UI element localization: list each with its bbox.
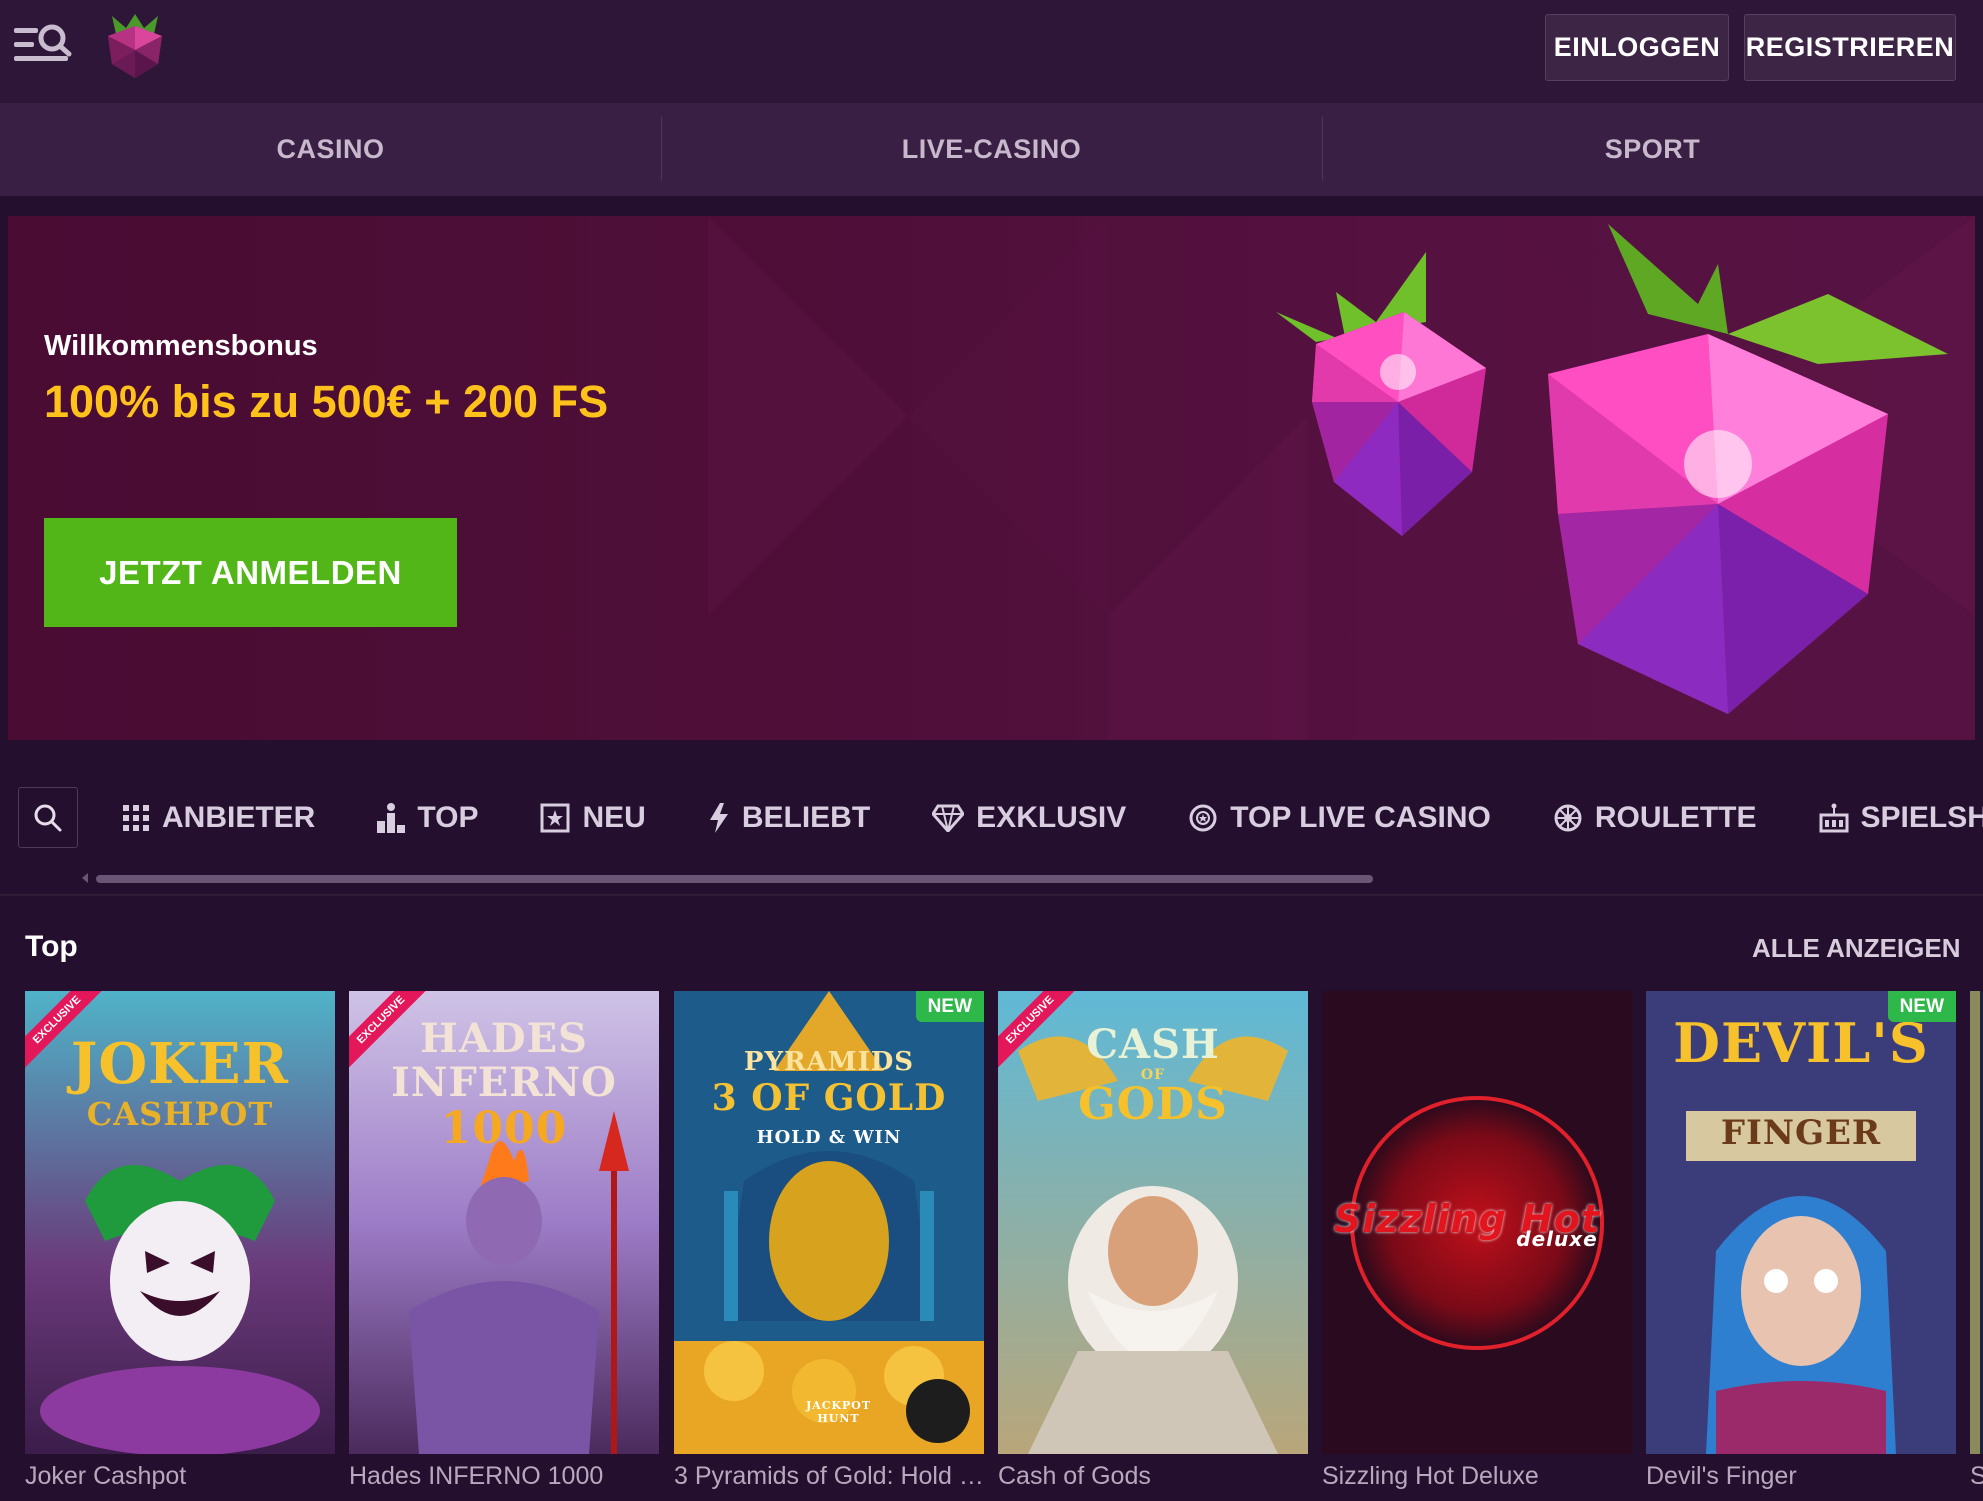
game-art-jackpot: JACKPOT HUNT	[805, 1399, 872, 1425]
main-nav: CASINO LIVE-CASINO SPORT	[0, 103, 1983, 196]
login-button[interactable]: EINLOGGEN	[1545, 14, 1729, 81]
game-card[interactable]: DEVIL'S FINGER NEW Devil's Finger	[1646, 991, 1956, 1491]
game-art-tagline: HOLD & WIN	[756, 1127, 902, 1148]
game-thumbnail[interactable]: JOKER CASHPOT EXCLUSIVE	[25, 991, 335, 1454]
game-name[interactable]: Joker Cashpot	[25, 1462, 335, 1491]
game-art-title: JOKER	[70, 1031, 290, 1097]
category-top[interactable]: TOP	[377, 801, 478, 835]
gameshow-icon	[1819, 803, 1848, 833]
game-carousel: JOKER CASHPOT EXCLUSIVE Joker Cashpot HA…	[25, 991, 1983, 1501]
category-beliebt[interactable]: BELIEBT	[708, 801, 870, 835]
game-art-title: PYRAMIDS	[743, 1047, 915, 1077]
game-art-subtitle: CASHPOT	[86, 1095, 274, 1133]
game-card[interactable]: CASH OF GODS EXCLUSIVE Cash of Gods	[998, 991, 1308, 1491]
category-label: NEU	[582, 801, 646, 834]
podium-icon	[377, 803, 406, 833]
game-name[interactable]: Cash of Gods	[998, 1462, 1308, 1491]
game-thumbnail[interactable]: CASH OF GODS EXCLUSIVE	[998, 991, 1308, 1454]
game-name[interactable]: Sizzling Hot Deluxe	[1322, 1462, 1632, 1491]
roulette-icon	[1554, 804, 1582, 832]
game-thumbnail[interactable]	[1970, 991, 1983, 1454]
game-card[interactable]: PYRAMIDS 3 OF GOLD HOLD & WIN JACKPOT HU…	[674, 991, 984, 1491]
category-bar: ANBIETER TOP NEU BELIEBT EXKLUSIV TOP LI…	[0, 760, 1983, 895]
category-scrollbar-thumb[interactable]	[96, 875, 1373, 883]
game-art-title: CASH	[1086, 1021, 1220, 1068]
banner-subtitle: Willkommensbonus	[44, 330, 318, 362]
category-label: BELIEBT	[741, 801, 871, 834]
raspberry-logo[interactable]	[102, 12, 168, 80]
category-search-button[interactable]	[18, 787, 78, 848]
category-exklusiv[interactable]: EXKLUSIV	[932, 801, 1126, 835]
game-card[interactable]: JOKER CASHPOT EXCLUSIVE Joker Cashpot	[25, 991, 335, 1491]
game-name[interactable]: 3 Pyramids of Gold: Hold &...	[674, 1462, 984, 1491]
signup-cta-button[interactable]: JETZT ANMELDEN	[44, 518, 457, 627]
game-card[interactable]: Sizzling Hot deluxe Sizzling Hot Deluxe	[1322, 991, 1632, 1491]
partial-game-art	[1970, 991, 1983, 1454]
category-label: TOP	[417, 801, 479, 834]
game-thumbnail[interactable]: PYRAMIDS 3 OF GOLD HOLD & WIN JACKPOT HU…	[674, 991, 984, 1454]
game-card-partial[interactable]: S	[1970, 991, 1983, 1491]
category-list: ANBIETER TOP NEU BELIEBT EXKLUSIV TOP LI…	[122, 790, 1983, 846]
grid-icon	[123, 805, 149, 831]
category-label: ROULETTE	[1594, 801, 1757, 834]
search-icon	[34, 804, 62, 831]
menu-search-icon[interactable]	[14, 24, 72, 66]
category-top-live-casino[interactable]: TOP LIVE CASINO	[1188, 801, 1491, 835]
section-title: Top	[25, 930, 78, 963]
tab-casino[interactable]: CASINO	[0, 103, 661, 196]
game-name[interactable]: Hades INFERNO 1000	[349, 1462, 659, 1491]
category-neu[interactable]: NEU	[540, 801, 646, 835]
raspberry-gem-small-icon	[1276, 252, 1486, 536]
game-card[interactable]: HADES INFERNO 1000 EXCLUSIVE Hades INFER…	[349, 991, 659, 1491]
tab-sport[interactable]: SPORT	[1322, 103, 1983, 196]
header: EINLOGGEN REGISTRIEREN	[0, 0, 1983, 103]
game-art-title: HADES	[420, 1015, 588, 1062]
game-name[interactable]: Devil's Finger	[1646, 1462, 1956, 1491]
scroll-left-arrow-icon[interactable]	[82, 873, 88, 883]
see-all-link[interactable]: ALLE ANZEIGEN	[1752, 933, 1960, 964]
game-art-subtitle: 3 OF GOLD	[711, 1077, 947, 1119]
game-art-subtitle: INFERNO	[391, 1059, 617, 1106]
game-thumbnail[interactable]: HADES INFERNO 1000 EXCLUSIVE	[349, 991, 659, 1454]
category-anbieter[interactable]: ANBIETER	[122, 801, 315, 835]
game-name[interactable]: S	[1970, 1462, 1983, 1491]
new-badge: NEW	[915, 991, 984, 1022]
promo-banner: Willkommensbonus 100% bis zu 500€ + 200 …	[8, 216, 1975, 740]
lightning-icon	[709, 803, 728, 833]
new-box-icon	[540, 803, 570, 833]
tab-live-casino[interactable]: LIVE-CASINO	[661, 103, 1322, 196]
game-art-subtitle: GODS	[1078, 1079, 1228, 1130]
category-label: ANBIETER	[162, 801, 316, 834]
chip-icon	[1189, 804, 1217, 832]
new-badge: NEW	[1887, 991, 1956, 1022]
category-label: EXKLUSIV	[976, 801, 1127, 834]
register-button[interactable]: REGISTRIEREN	[1744, 14, 1956, 81]
game-thumbnail[interactable]: DEVIL'S FINGER NEW	[1646, 991, 1956, 1454]
section-divider	[0, 894, 1983, 896]
game-art-subtitle: deluxe	[1516, 1227, 1598, 1251]
game-thumbnail[interactable]: Sizzling Hot deluxe	[1322, 991, 1632, 1454]
game-art-number: 1000	[440, 1103, 568, 1154]
diamond-icon	[932, 804, 965, 832]
category-spielshow[interactable]: SPIELSHOW	[1819, 801, 1983, 835]
raspberry-gem-large-icon	[1548, 224, 1948, 714]
game-art-subtitle: FINGER	[1720, 1113, 1882, 1153]
banner-title: 100% bis zu 500€ + 200 FS	[44, 376, 609, 427]
category-label: TOP LIVE CASINO	[1230, 801, 1491, 834]
category-label: SPIELSHOW	[1860, 801, 1983, 834]
category-roulette[interactable]: ROULETTE	[1553, 801, 1757, 835]
